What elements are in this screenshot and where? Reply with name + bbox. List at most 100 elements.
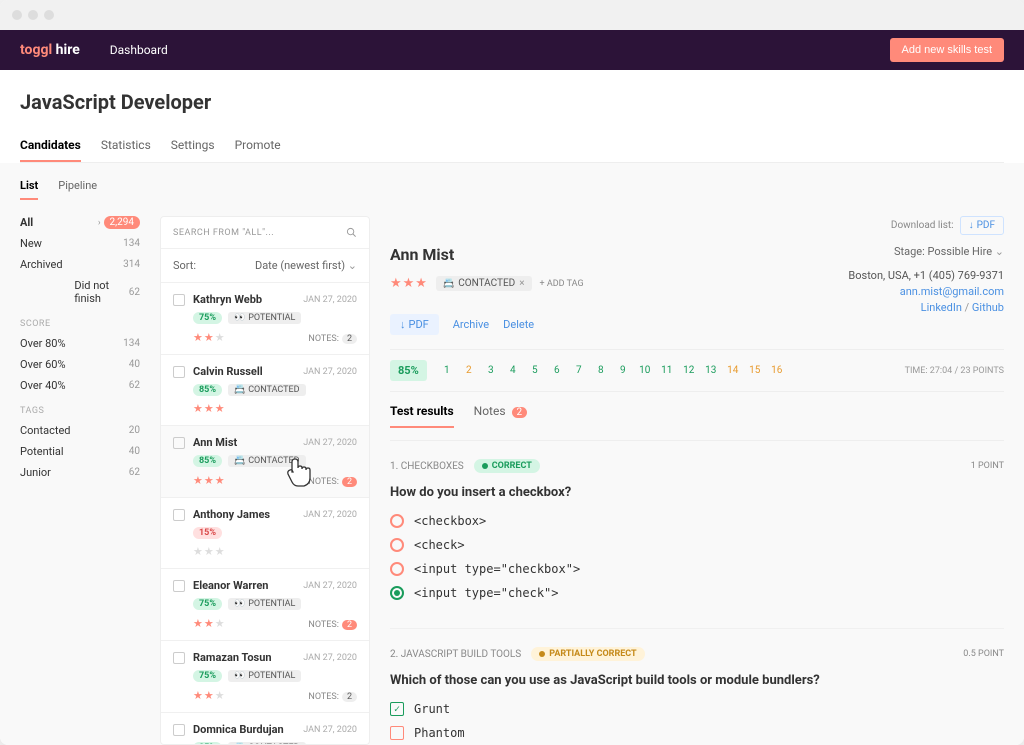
tab-test-results[interactable]: Test results (390, 404, 454, 428)
stage-dropdown[interactable]: Stage: Possible Hire (894, 245, 1004, 258)
answer-option: <check> (390, 538, 1004, 552)
filter-over-60[interactable]: Over 60%40 (20, 358, 140, 371)
select-checkbox[interactable] (173, 580, 185, 592)
filter-junior[interactable]: Junior62 (20, 466, 140, 479)
browser-chrome (0, 0, 1024, 30)
candidate-card[interactable]: Domnica BurdujanJAN 27, 202085%📇CONTACTE… (161, 712, 369, 745)
filter-potential[interactable]: Potential40 (20, 445, 140, 458)
rating-stars[interactable]: ★★★ (193, 689, 226, 702)
rating-stars[interactable]: ★★★ (193, 331, 226, 344)
question-2: 2. JAVASCRIPT BUILD TOOLS PARTIALLY CORR… (390, 629, 1004, 745)
question-nav[interactable]: 10 (635, 365, 655, 376)
chevron-right-icon: › (98, 218, 101, 228)
select-checkbox[interactable] (173, 366, 185, 378)
question-nav[interactable]: 1 (437, 365, 457, 376)
time-points: TIME: 27:04 / 23 POINTS (905, 366, 1004, 376)
notes-count: 2 (342, 620, 357, 630)
sort-dropdown[interactable]: Date (newest first) (255, 259, 357, 272)
candidate-card[interactable]: Calvin RussellJAN 27, 202085%📇CONTACTED★… (161, 354, 369, 425)
candidate-card[interactable]: Anthony JamesJAN 27, 202015%★★★ (161, 497, 369, 568)
linkedin-link[interactable]: LinkedIn (921, 301, 962, 314)
select-checkbox[interactable] (173, 437, 185, 449)
filter-archived[interactable]: Archived314 (20, 258, 140, 271)
tab-notes[interactable]: Notes 2 (474, 404, 528, 428)
page-title: JavaScript Developer (20, 90, 1004, 114)
radio-icon (390, 586, 404, 600)
add-skills-test-button[interactable]: Add new skills test (890, 38, 1004, 62)
question-nav[interactable]: 12 (679, 365, 699, 376)
filter-over-80[interactable]: Over 80%134 (20, 337, 140, 350)
question-nav[interactable]: 4 (503, 365, 523, 376)
rating-stars[interactable]: ★★★ (193, 617, 226, 630)
question-nav[interactable]: 2 (459, 365, 479, 376)
question-nav[interactable]: 11 (657, 365, 677, 376)
subtab-pipeline[interactable]: Pipeline (58, 173, 97, 200)
question-nav[interactable]: 13 (701, 365, 721, 376)
question-nav[interactable]: 15 (745, 365, 765, 376)
overall-score: 85% (390, 360, 427, 381)
page-header: JavaScript Developer Candidates Statisti… (0, 70, 1024, 163)
status-correct: CORRECT (474, 459, 540, 473)
delete-button[interactable]: Delete (503, 318, 534, 331)
search-input[interactable]: SEARCH FROM "ALL"... (161, 217, 369, 249)
filter-contacted[interactable]: Contacted20 (20, 424, 140, 437)
question-nav[interactable]: 16 (767, 365, 787, 376)
question-nav[interactable]: 9 (613, 365, 633, 376)
add-tag-button[interactable]: ADD TAG (540, 279, 584, 289)
filter-dnf[interactable]: Did not finish62 (20, 279, 140, 305)
rating-stars[interactable]: ★★★ (193, 474, 226, 487)
question-nav[interactable]: 7 (569, 365, 589, 376)
question-nav[interactable]: 5 (525, 365, 545, 376)
filter-all[interactable]: All › 2,294 (20, 216, 140, 229)
remove-tag-icon[interactable]: × (519, 278, 524, 289)
candidate-list: SEARCH FROM "ALL"... Sort: Date (newest … (160, 216, 370, 745)
checkbox-icon (390, 726, 404, 740)
notes-label: NOTES: (308, 692, 339, 702)
filter-over-40[interactable]: Over 40%62 (20, 379, 140, 392)
tag-contacted[interactable]: 📇CONTACTED × (436, 276, 532, 291)
browser-dot (44, 10, 54, 20)
score-pill: 75% (193, 598, 222, 610)
select-checkbox[interactable] (173, 652, 185, 664)
pdf-action-button[interactable]: ↓ PDF (390, 314, 439, 335)
rating-stars[interactable]: ★★★ (193, 545, 226, 558)
candidate-card[interactable]: Kathryn WebbJAN 27, 202075%👀POTENTIAL★★★… (161, 282, 369, 354)
candidate-card[interactable]: Ramazan TosunJAN 27, 202075%👀POTENTIAL★★… (161, 640, 369, 712)
archive-button[interactable]: Archive (453, 318, 489, 331)
answer-option: <input type="checkbox"> (390, 562, 1004, 576)
sort-label: Sort: (173, 259, 196, 272)
download-pdf-button[interactable]: ↓ PDF (960, 216, 1004, 235)
subtab-list[interactable]: List (20, 173, 38, 200)
candidate-name: Ramazan Tosun (193, 651, 303, 664)
candidate-date: JAN 27, 2020 (303, 295, 357, 305)
select-checkbox[interactable] (173, 509, 185, 521)
candidate-card[interactable]: Ann MistJAN 27, 202085%📇CONTACTED★★★NOTE… (161, 425, 369, 497)
score-pill: 15% (193, 527, 222, 539)
tag-pill: 👀POTENTIAL (228, 312, 301, 324)
github-link[interactable]: Github (972, 301, 1004, 314)
tab-settings[interactable]: Settings (171, 130, 215, 162)
question-nav[interactable]: 3 (481, 365, 501, 376)
nav-dashboard[interactable]: Dashboard (110, 43, 168, 57)
candidate-name: Calvin Russell (193, 365, 303, 378)
tab-statistics[interactable]: Statistics (101, 130, 151, 162)
rating-stars[interactable]: ★★★ (390, 276, 428, 291)
tab-promote[interactable]: Promote (235, 130, 281, 162)
candidate-card[interactable]: Eleanor WarrenJAN 27, 202075%👀POTENTIAL★… (161, 568, 369, 640)
tab-candidates[interactable]: Candidates (20, 130, 81, 162)
radio-icon (390, 562, 404, 576)
select-checkbox[interactable] (173, 724, 185, 736)
question-nav[interactable]: 8 (591, 365, 611, 376)
status-partial: PARTIALLY CORRECT (531, 647, 644, 661)
question-nav[interactable]: 6 (547, 365, 567, 376)
question-nav[interactable]: 14 (723, 365, 743, 376)
candidate-date: JAN 27, 2020 (303, 581, 357, 591)
filter-new[interactable]: New134 (20, 237, 140, 250)
radio-icon (390, 514, 404, 528)
rating-stars[interactable]: ★★★ (193, 402, 226, 415)
section-tags: TAGS (20, 406, 140, 416)
score-pill: 75% (193, 670, 222, 682)
select-checkbox[interactable] (173, 294, 185, 306)
score-pill: 85% (193, 455, 222, 467)
notes-count: 2 (342, 334, 357, 344)
